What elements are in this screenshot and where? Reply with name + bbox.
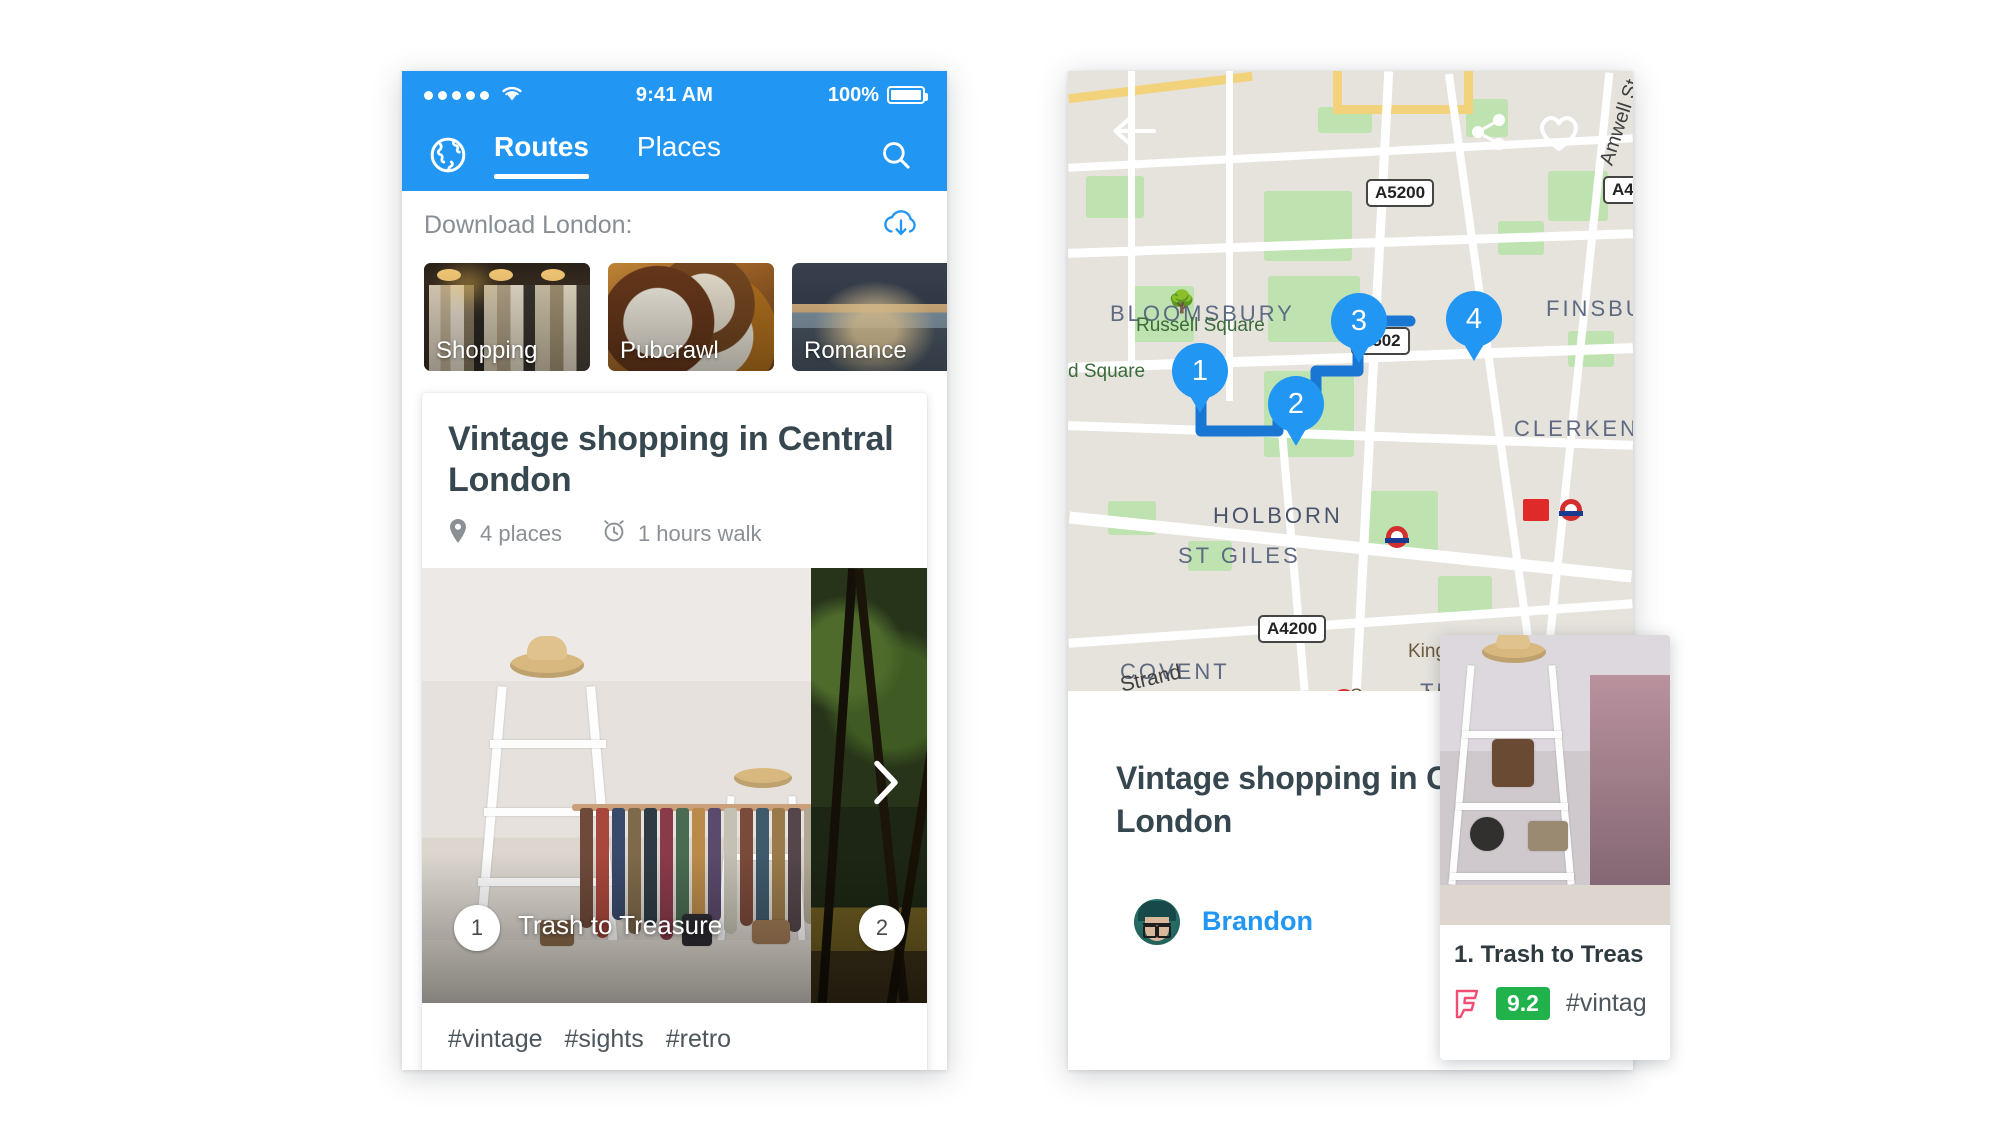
place-score-badge: 9.2 <box>1496 987 1550 1020</box>
map-place-label: d Square <box>1068 361 1146 382</box>
status-time: 9:41 AM <box>635 83 714 106</box>
underground-icon <box>1559 499 1583 521</box>
globe-icon[interactable] <box>402 136 494 174</box>
map-area-label: FINSBURY <box>1546 296 1633 321</box>
map-pin-4[interactable]: 4 <box>1446 291 1502 347</box>
place-preview-card[interactable]: 1. Trash to Treas 9.2 #vintag <box>1440 635 1670 1060</box>
tree-icon: 🌳 <box>1168 289 1196 314</box>
place-card-title: 1. Trash to Treas <box>1454 941 1644 968</box>
category-card-romance[interactable]: Romance <box>792 263 947 371</box>
place-card-tag[interactable]: #vintag <box>1566 989 1647 1018</box>
category-card-shopping[interactable]: Shopping <box>424 263 590 371</box>
chevron-right-icon[interactable] <box>869 758 903 813</box>
slide-number-badge: 1 <box>454 904 500 951</box>
map-pin-1[interactable]: 1 <box>1172 343 1228 399</box>
map-pin-2[interactable]: 2 <box>1268 376 1324 432</box>
tab-places[interactable]: Places <box>637 131 721 179</box>
slide-number-badge: 2 <box>858 904 905 951</box>
tag-item[interactable]: #vintage <box>448 1025 543 1054</box>
download-label: Download London: <box>424 210 633 239</box>
route-polyline <box>1195 315 1416 437</box>
carousel-slide-1[interactable]: 1 Trash to Treasure <box>422 567 811 1003</box>
route-map[interactable]: A5200 B502 A401 A4200 BLOOMSBURY FINSBUR… <box>1068 71 1633 691</box>
tag-item[interactable]: #retro <box>666 1025 731 1054</box>
category-card-pubcrawl[interactable]: Pubcrawl <box>608 263 774 371</box>
download-row[interactable]: Download London: <box>402 191 947 259</box>
slide-place-name: Trash to Treasure <box>518 909 723 940</box>
tag-item[interactable]: #sights <box>565 1025 644 1054</box>
map-area-label: CLERKENWELL <box>1514 416 1633 441</box>
battery-full-icon <box>887 86 928 104</box>
top-nav-bar: Routes Places <box>402 119 947 191</box>
author-name[interactable]: Brandon <box>1202 906 1313 937</box>
tab-routes[interactable]: Routes <box>494 131 589 179</box>
arrow-left-icon[interactable] <box>1110 113 1158 154</box>
cloud-download-icon[interactable] <box>879 206 923 245</box>
road-shield: A5200 <box>1366 179 1435 207</box>
nav-tabs: Routes Places <box>494 131 721 179</box>
carousel-slide-2[interactable]: 2 <box>810 567 927 1003</box>
screen-root: 9:41 AM 100% Routes Places Download Lond… <box>0 0 2000 1124</box>
map-area-label: ST GILES <box>1178 543 1301 568</box>
heart-outline-icon[interactable] <box>1536 111 1582 158</box>
places-meta: 4 places <box>448 518 562 550</box>
route-title: Vintage shopping in Central London <box>448 420 894 500</box>
road-shield: A401 <box>1603 176 1633 204</box>
map-place-label: Russell Square <box>1136 315 1265 336</box>
road-shield: A4200 <box>1258 615 1327 643</box>
underground-icon <box>1385 526 1409 548</box>
route-tags: #vintage #sights #retro <box>422 1003 927 1070</box>
places-count: 4 places <box>480 520 562 546</box>
category-strip[interactable]: Shopping Pubcrawl Romance <box>402 259 947 385</box>
national-rail-icon <box>1523 499 1549 521</box>
left-phone-screen: 9:41 AM 100% Routes Places Download Lond… <box>402 71 947 1070</box>
duration-text: 1 hours walk <box>637 520 762 546</box>
category-label: Shopping <box>436 337 538 364</box>
map-pin-3[interactable]: 3 <box>1331 293 1387 349</box>
place-card-body: 1. Trash to Treas 9.2 #vintag <box>1440 925 1670 1020</box>
place-card-rating-row: 9.2 #vintag <box>1454 969 1656 1020</box>
photo-carousel[interactable]: 1 Trash to Treasure 2 <box>422 567 927 1003</box>
category-label: Romance <box>804 337 907 364</box>
avatar <box>1134 898 1180 945</box>
map-pin-icon <box>448 518 468 550</box>
map-area-label: HOLBORN <box>1213 503 1343 528</box>
foursquare-icon <box>1454 989 1480 1019</box>
place-photo <box>1440 635 1670 925</box>
search-icon[interactable] <box>879 138 913 172</box>
status-bar: 9:41 AM 100% <box>402 71 947 119</box>
category-label: Pubcrawl <box>620 337 719 364</box>
route-meta: 4 places 1 hours walk <box>422 502 927 568</box>
alarm-clock-icon <box>602 518 626 550</box>
route-card[interactable]: Vintage shopping in Central London 4 pla… <box>422 393 927 1070</box>
share-icon[interactable] <box>1468 111 1510 158</box>
duration-meta: 1 hours walk <box>602 518 762 550</box>
